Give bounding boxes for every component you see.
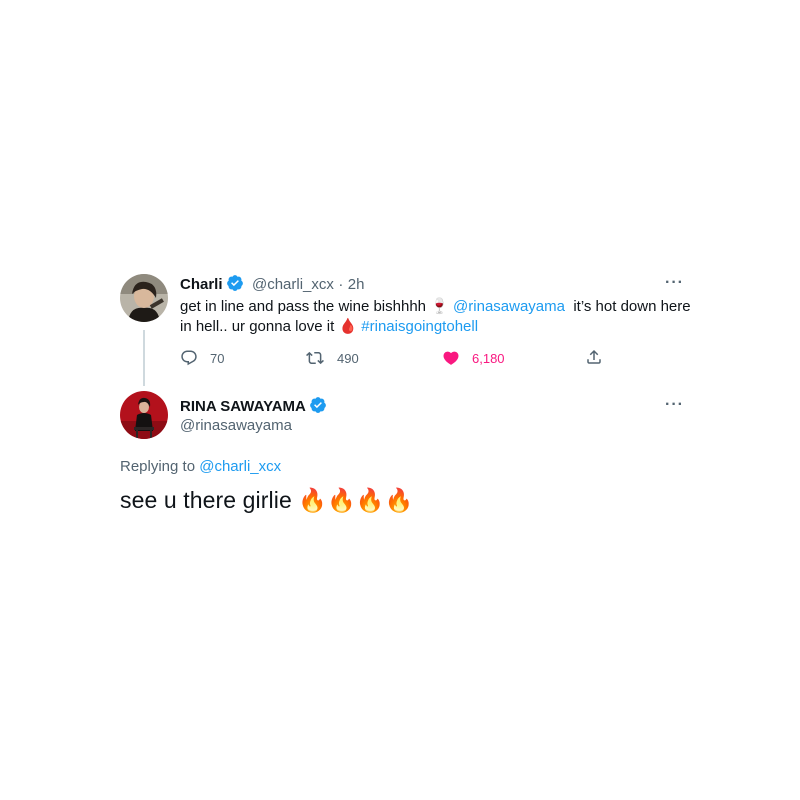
charli-avatar[interactable] (120, 274, 168, 322)
blood-drop-emoji: 🩸 (338, 318, 358, 335)
header-separator: · (338, 276, 344, 293)
text-segment: get in line and pass the wine bishhhh (180, 298, 431, 315)
thread-connector-line (143, 330, 145, 386)
retweet-button[interactable]: 490 (305, 349, 359, 367)
reply-icon (181, 350, 197, 366)
like-button[interactable]: 6,180 (442, 349, 505, 367)
author-name[interactable]: RINA SAWAYAMA (180, 398, 306, 415)
reply-tweet-header: RINA SAWAYAMA (180, 396, 327, 416)
share-icon (587, 349, 601, 364)
hashtag-link[interactable]: #rinaisgoingtohell (361, 318, 478, 335)
author-name[interactable]: Charli (180, 276, 223, 293)
parent-tweet-text: get in line and pass the wine bishhhh 🍷 … (180, 297, 700, 337)
fire-emoji: 🔥 (355, 487, 385, 513)
like-count: 6,180 (472, 350, 505, 366)
fire-emoji: 🔥 (384, 487, 414, 513)
share-button[interactable] (585, 348, 615, 366)
more-options-icon[interactable]: ··· (665, 274, 684, 292)
reply-text: see u there girlie (120, 487, 292, 513)
heart-icon (443, 351, 459, 365)
fire-emoji: 🔥 (327, 487, 356, 513)
fire-emoji: 🔥 (298, 487, 328, 513)
replying-to-handle[interactable]: @charli_xcx (199, 458, 281, 475)
tweet-timestamp[interactable]: 2h (348, 276, 365, 293)
reply-button[interactable]: 70 (180, 349, 224, 367)
retweet-count: 490 (337, 350, 359, 366)
reply-count: 70 (210, 350, 225, 366)
parent-tweet-header: Charli @charli_xcx · 2h (180, 274, 364, 294)
verified-badge-icon (226, 274, 244, 292)
reply-tweet-text: see u there girlie 🔥🔥🔥🔥 (120, 487, 413, 514)
rina-avatar[interactable] (120, 391, 168, 439)
author-handle[interactable]: @rinasawayama (180, 417, 292, 434)
wine-emoji: 🍷 (430, 298, 449, 315)
author-handle[interactable]: @charli_xcx (252, 276, 334, 293)
text-segment: in hell.. ur gonna love it (180, 318, 339, 335)
replying-to-label: Replying to (120, 458, 200, 475)
more-options-icon[interactable]: ··· (665, 396, 684, 414)
mention-link[interactable]: @rinasawayama (453, 298, 565, 315)
retweet-icon (306, 351, 324, 365)
verified-badge-icon (309, 396, 327, 414)
replying-to: Replying to @charli_xcx (120, 458, 281, 475)
text-segment: it’s hot down here (564, 298, 691, 315)
